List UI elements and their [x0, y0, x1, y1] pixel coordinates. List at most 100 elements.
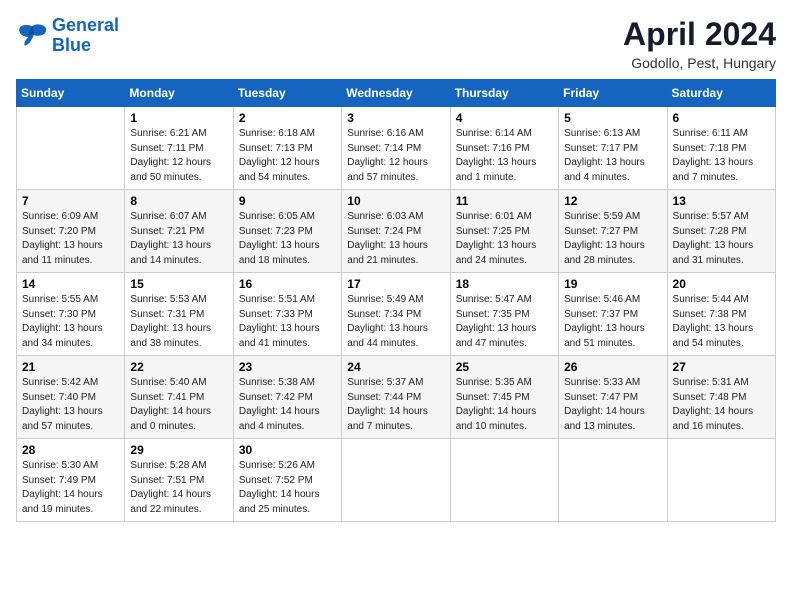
- week-row: 14 Sunrise: 5:55 AMSunset: 7:30 PMDayligh…: [17, 273, 776, 356]
- calendar-cell: [17, 107, 125, 190]
- calendar-cell: [559, 439, 667, 522]
- day-number: 1: [130, 111, 227, 125]
- calendar-cell: 2 Sunrise: 6:18 AMSunset: 7:13 PMDaylight…: [233, 107, 341, 190]
- calendar-cell: 17 Sunrise: 5:49 AMSunset: 7:34 PMDayligh…: [342, 273, 450, 356]
- day-info: Sunrise: 5:51 AMSunset: 7:33 PMDaylight:…: [239, 293, 336, 351]
- calendar-cell: 14 Sunrise: 5:55 AMSunset: 7:30 PMDayligh…: [17, 273, 125, 356]
- calendar-cell: [342, 439, 450, 522]
- day-number: 17: [347, 277, 444, 291]
- calendar-table: SundayMondayTuesdayWednesdayThursdayFrid…: [16, 79, 776, 522]
- calendar-cell: 27Sunrise: 5:31 AMSunset: 7:48 PMDayligh…: [667, 356, 775, 439]
- day-number: 24: [347, 360, 444, 374]
- day-info: Sunrise: 6:11 AMSunset: 7:18 PMDaylight:…: [673, 127, 770, 185]
- logo-text: General Blue: [52, 16, 119, 56]
- day-info: Sunrise: 6:07 AMSunset: 7:21 PMDaylight:…: [130, 210, 227, 268]
- calendar-cell: 11Sunrise: 6:01 AMSunset: 7:25 PMDayligh…: [450, 190, 558, 273]
- calendar-cell: 3 Sunrise: 6:16 AMSunset: 7:14 PMDaylight…: [342, 107, 450, 190]
- calendar-cell: [667, 439, 775, 522]
- calendar-cell: 10 Sunrise: 6:03 AMSunset: 7:24 PMDayligh…: [342, 190, 450, 273]
- day-number: 13: [673, 194, 770, 208]
- day-info: Sunrise: 5:59 AMSunset: 7:27 PMDaylight:…: [564, 210, 661, 268]
- weekday-header: Saturday: [667, 80, 775, 107]
- week-row: 21 Sunrise: 5:42 AMSunset: 7:40 PMDayligh…: [17, 356, 776, 439]
- calendar-cell: 16Sunrise: 5:51 AMSunset: 7:33 PMDayligh…: [233, 273, 341, 356]
- day-info: Sunrise: 5:53 AMSunset: 7:31 PMDaylight:…: [130, 293, 227, 351]
- day-number: 9: [239, 194, 336, 208]
- day-info: Sunrise: 6:13 AMSunset: 7:17 PMDaylight:…: [564, 127, 661, 185]
- page-header: General Blue April 2024 Godollo, Pest, H…: [16, 16, 776, 71]
- day-info: Sunrise: 6:14 AMSunset: 7:16 PMDaylight:…: [456, 127, 553, 185]
- logo: General Blue: [16, 16, 119, 56]
- weekday-header: Wednesday: [342, 80, 450, 107]
- day-info: Sunrise: 5:46 AMSunset: 7:37 PMDaylight:…: [564, 293, 661, 351]
- weekday-header-row: SundayMondayTuesdayWednesdayThursdayFrid…: [17, 80, 776, 107]
- calendar-cell: 23Sunrise: 5:38 AMSunset: 7:42 PMDayligh…: [233, 356, 341, 439]
- weekday-header: Thursday: [450, 80, 558, 107]
- calendar-cell: 1 Sunrise: 6:21 AMSunset: 7:11 PMDaylight…: [125, 107, 233, 190]
- day-info: Sunrise: 5:37 AMSunset: 7:44 PMDaylight:…: [347, 376, 444, 434]
- day-info: Sunrise: 6:18 AMSunset: 7:13 PMDaylight:…: [239, 127, 336, 185]
- calendar-cell: 7 Sunrise: 6:09 AMSunset: 7:20 PMDaylight…: [17, 190, 125, 273]
- day-number: 30: [239, 443, 336, 457]
- day-number: 25: [456, 360, 553, 374]
- day-number: 7: [22, 194, 119, 208]
- day-info: Sunrise: 5:30 AMSunset: 7:49 PMDaylight:…: [22, 459, 119, 517]
- logo-icon: [16, 22, 48, 50]
- calendar-cell: 21 Sunrise: 5:42 AMSunset: 7:40 PMDayligh…: [17, 356, 125, 439]
- calendar-cell: 25 Sunrise: 5:35 AMSunset: 7:45 PMDayligh…: [450, 356, 558, 439]
- calendar-cell: 9 Sunrise: 6:05 AMSunset: 7:23 PMDaylight…: [233, 190, 341, 273]
- day-number: 26: [564, 360, 661, 374]
- calendar-cell: 30 Sunrise: 5:26 AMSunset: 7:52 PMDayligh…: [233, 439, 341, 522]
- week-row: 1 Sunrise: 6:21 AMSunset: 7:11 PMDaylight…: [17, 107, 776, 190]
- calendar-cell: 20 Sunrise: 5:44 AMSunset: 7:38 PMDayligh…: [667, 273, 775, 356]
- weekday-header: Sunday: [17, 80, 125, 107]
- day-number: 29: [130, 443, 227, 457]
- day-number: 22: [130, 360, 227, 374]
- day-info: Sunrise: 5:35 AMSunset: 7:45 PMDaylight:…: [456, 376, 553, 434]
- day-number: 21: [22, 360, 119, 374]
- day-number: 28: [22, 443, 119, 457]
- day-number: 10: [347, 194, 444, 208]
- calendar-cell: 15 Sunrise: 5:53 AMSunset: 7:31 PMDayligh…: [125, 273, 233, 356]
- title-block: April 2024 Godollo, Pest, Hungary: [623, 16, 776, 71]
- calendar-cell: 24 Sunrise: 5:37 AMSunset: 7:44 PMDayligh…: [342, 356, 450, 439]
- day-info: Sunrise: 5:55 AMSunset: 7:30 PMDaylight:…: [22, 293, 119, 351]
- day-info: Sunrise: 6:09 AMSunset: 7:20 PMDaylight:…: [22, 210, 119, 268]
- month-title: April 2024: [623, 16, 776, 53]
- day-info: Sunrise: 5:40 AMSunset: 7:41 PMDaylight:…: [130, 376, 227, 434]
- day-info: Sunrise: 5:57 AMSunset: 7:28 PMDaylight:…: [673, 210, 770, 268]
- day-info: Sunrise: 6:03 AMSunset: 7:24 PMDaylight:…: [347, 210, 444, 268]
- day-number: 18: [456, 277, 553, 291]
- day-number: 14: [22, 277, 119, 291]
- calendar-cell: 22 Sunrise: 5:40 AMSunset: 7:41 PMDayligh…: [125, 356, 233, 439]
- day-number: 2: [239, 111, 336, 125]
- week-row: 7 Sunrise: 6:09 AMSunset: 7:20 PMDaylight…: [17, 190, 776, 273]
- calendar-cell: 29Sunrise: 5:28 AMSunset: 7:51 PMDayligh…: [125, 439, 233, 522]
- weekday-header: Monday: [125, 80, 233, 107]
- day-info: Sunrise: 6:21 AMSunset: 7:11 PMDaylight:…: [130, 127, 227, 185]
- day-info: Sunrise: 5:38 AMSunset: 7:42 PMDaylight:…: [239, 376, 336, 434]
- day-number: 12: [564, 194, 661, 208]
- day-info: Sunrise: 6:05 AMSunset: 7:23 PMDaylight:…: [239, 210, 336, 268]
- location: Godollo, Pest, Hungary: [623, 55, 776, 71]
- day-number: 5: [564, 111, 661, 125]
- day-number: 15: [130, 277, 227, 291]
- day-info: Sunrise: 5:42 AMSunset: 7:40 PMDaylight:…: [22, 376, 119, 434]
- day-number: 20: [673, 277, 770, 291]
- day-info: Sunrise: 5:44 AMSunset: 7:38 PMDaylight:…: [673, 293, 770, 351]
- calendar-cell: 6 Sunrise: 6:11 AMSunset: 7:18 PMDaylight…: [667, 107, 775, 190]
- calendar-cell: 26Sunrise: 5:33 AMSunset: 7:47 PMDayligh…: [559, 356, 667, 439]
- calendar-cell: 19Sunrise: 5:46 AMSunset: 7:37 PMDayligh…: [559, 273, 667, 356]
- weekday-header: Tuesday: [233, 80, 341, 107]
- day-info: Sunrise: 5:26 AMSunset: 7:52 PMDaylight:…: [239, 459, 336, 517]
- day-number: 3: [347, 111, 444, 125]
- day-info: Sunrise: 6:16 AMSunset: 7:14 PMDaylight:…: [347, 127, 444, 185]
- day-info: Sunrise: 5:47 AMSunset: 7:35 PMDaylight:…: [456, 293, 553, 351]
- week-row: 28 Sunrise: 5:30 AMSunset: 7:49 PMDayligh…: [17, 439, 776, 522]
- calendar-cell: 13 Sunrise: 5:57 AMSunset: 7:28 PMDayligh…: [667, 190, 775, 273]
- calendar-cell: 28 Sunrise: 5:30 AMSunset: 7:49 PMDayligh…: [17, 439, 125, 522]
- day-info: Sunrise: 5:31 AMSunset: 7:48 PMDaylight:…: [673, 376, 770, 434]
- day-number: 6: [673, 111, 770, 125]
- day-info: Sunrise: 5:49 AMSunset: 7:34 PMDaylight:…: [347, 293, 444, 351]
- day-number: 4: [456, 111, 553, 125]
